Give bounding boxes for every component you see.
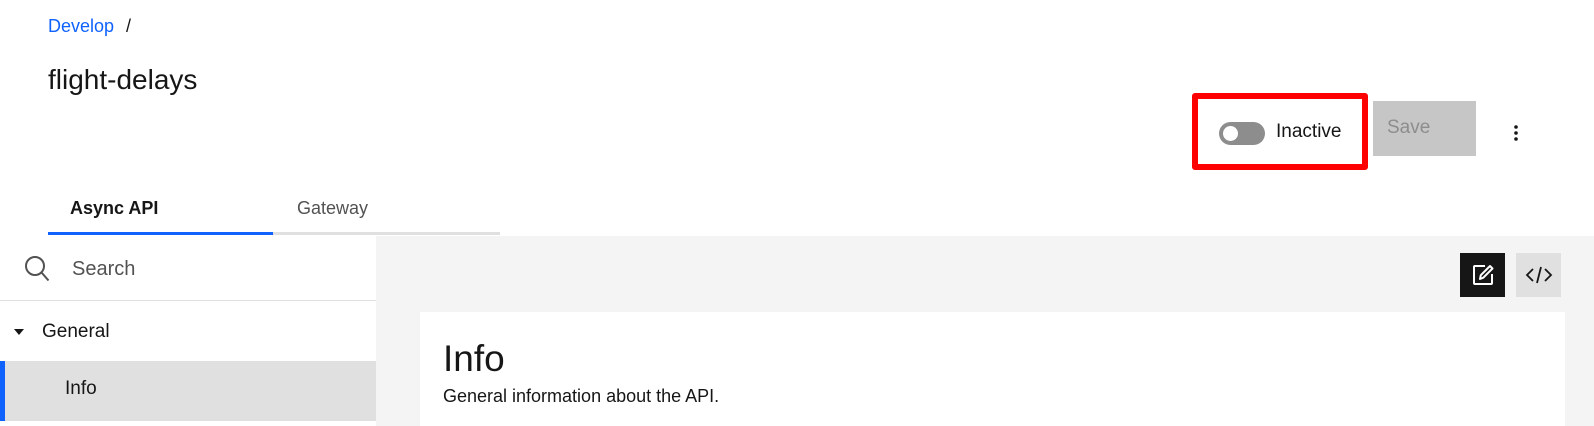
- breadcrumb-separator: /: [126, 16, 132, 36]
- code-view-button[interactable]: [1516, 253, 1561, 297]
- toggle-knob: [1223, 126, 1238, 141]
- main-content: Info General information about the API.: [376, 236, 1594, 426]
- edit-icon: [1472, 265, 1493, 285]
- search-icon: [25, 256, 50, 282]
- edit-mode-button[interactable]: [1460, 253, 1505, 297]
- card-description: General information about the API.: [443, 386, 720, 406]
- search-row: [0, 236, 376, 301]
- overflow-menu-icon: [1514, 125, 1518, 141]
- sidebar-item-info[interactable]: Info: [0, 361, 376, 421]
- tab-list: Async API Gateway: [48, 187, 500, 235]
- caret-down-icon: [14, 329, 24, 335]
- nav-group-general[interactable]: General: [0, 302, 376, 360]
- save-button[interactable]: Save: [1373, 101, 1476, 156]
- breadcrumb-link-develop[interactable]: Develop: [48, 16, 114, 37]
- page-title: flight-delays: [48, 64, 198, 95]
- tab-gateway[interactable]: Gateway: [273, 187, 498, 235]
- overflow-menu-button[interactable]: [1500, 117, 1532, 149]
- sidebar-item-label: Info: [65, 378, 97, 399]
- info-card: Info General information about the API.: [420, 312, 1565, 426]
- toggle-label: Inactive: [1276, 121, 1342, 142]
- sidebar: General Info: [0, 236, 376, 426]
- breadcrumb: Develop /: [48, 16, 131, 37]
- tab-async-api[interactable]: Async API: [48, 187, 273, 235]
- card-title: Info: [443, 338, 505, 379]
- search-input[interactable]: [70, 254, 364, 284]
- code-icon: [1525, 266, 1552, 284]
- activation-toggle[interactable]: [1219, 122, 1265, 145]
- nav-group-label: General: [42, 321, 110, 342]
